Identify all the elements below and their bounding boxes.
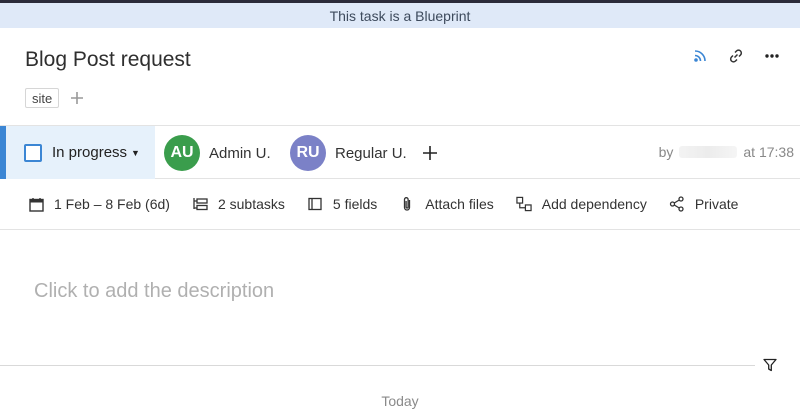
subtasks-label: 2 subtasks xyxy=(217,196,285,212)
fields-icon xyxy=(307,196,323,212)
attach-files-button[interactable]: Attach files xyxy=(399,196,494,212)
add-assignee-icon[interactable] xyxy=(420,143,440,163)
byline-time: at 17:38 xyxy=(743,144,794,160)
byline-prefix: by xyxy=(658,144,674,160)
caret-down-icon: ▼ xyxy=(131,147,140,158)
fields-label: 5 fields xyxy=(332,196,378,212)
avatar: RU xyxy=(290,135,326,171)
tag-list: site xyxy=(25,88,85,108)
share-icon xyxy=(669,196,685,212)
subtasks-icon xyxy=(192,196,208,212)
task-title[interactable]: Blog Post request xyxy=(25,48,191,72)
fields-button[interactable]: 5 fields xyxy=(307,196,377,212)
status-label: In progress xyxy=(52,144,128,161)
blueprint-banner-text: This task is a Blueprint xyxy=(329,7,471,24)
description-placeholder[interactable]: Click to add the description xyxy=(34,280,274,303)
add-dependency-button[interactable]: Add dependency xyxy=(516,196,647,212)
add-tag-icon[interactable] xyxy=(69,90,85,106)
status-assignee-row: In progress ▼ AU Admin U. RU Regular U. … xyxy=(0,125,800,179)
filter-icon[interactable] xyxy=(761,356,779,374)
date-range-button[interactable]: 1 Feb – 8 Feb (6d) xyxy=(28,196,170,212)
author-name-redacted xyxy=(679,146,738,158)
privacy-button[interactable]: Private xyxy=(669,196,739,212)
avatar: AU xyxy=(164,135,200,171)
calendar-icon xyxy=(28,196,44,212)
author-byline: by at 17:38 xyxy=(659,144,794,160)
tag-site[interactable]: site xyxy=(25,88,60,108)
assignee-name: Regular U. xyxy=(335,144,407,162)
task-meta-row: 1 Feb – 8 Feb (6d) 2 subtasks 5 fields A… xyxy=(0,179,800,230)
status-dropdown[interactable]: In progress ▼ xyxy=(0,126,155,179)
subtasks-button[interactable]: 2 subtasks xyxy=(192,196,285,212)
add-dependency-label: Add dependency xyxy=(541,196,647,212)
assignee-admin[interactable]: AU Admin U. xyxy=(164,135,271,171)
assignee-regular[interactable]: RU Regular U. xyxy=(290,135,407,171)
more-icon[interactable] xyxy=(762,46,782,66)
header-actions xyxy=(690,46,782,66)
paperclip-icon xyxy=(399,196,415,212)
dependency-icon xyxy=(516,196,532,212)
privacy-label: Private xyxy=(694,196,739,212)
rss-icon[interactable] xyxy=(690,46,710,66)
complete-checkbox[interactable] xyxy=(24,143,42,162)
date-range-label: 1 Feb – 8 Feb (6d) xyxy=(54,196,170,212)
attach-files-label: Attach files xyxy=(425,196,494,212)
assignee-name: Admin U. xyxy=(209,144,271,162)
blueprint-banner: This task is a Blueprint xyxy=(0,3,800,28)
link-icon[interactable] xyxy=(726,46,746,66)
activity-date-label: Today xyxy=(381,393,419,409)
activity-divider xyxy=(0,365,755,366)
